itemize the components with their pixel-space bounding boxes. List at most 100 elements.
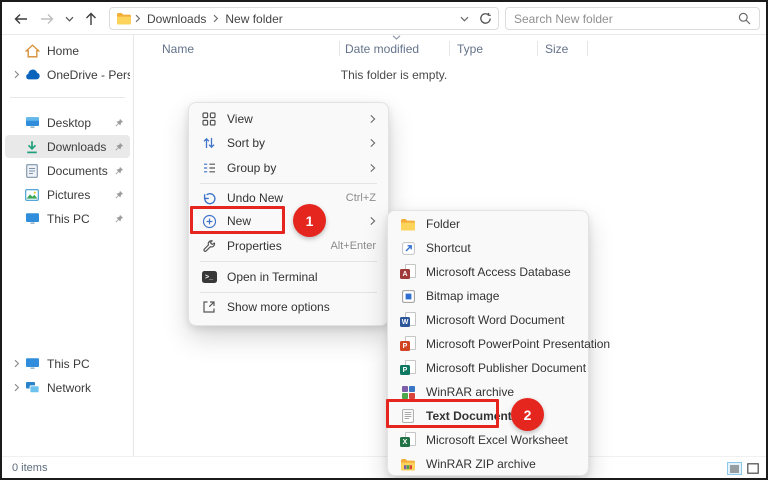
column-divider[interactable] [587,41,588,56]
submenu-item-label: Microsoft Word Document [426,313,565,327]
details-view-button[interactable] [727,462,742,475]
breadcrumb-item-new-folder[interactable]: New folder [221,12,286,26]
column-header-name[interactable]: Name [162,39,194,59]
menu-item-sort-by[interactable]: Sort by [194,131,383,155]
terminal-icon: >_ [201,269,217,285]
submenu-item-label: Folder [426,217,460,231]
back-arrow-icon [14,13,28,25]
sidebar-item-home[interactable]: Home [5,39,130,62]
menu-item-open-in-terminal[interactable]: >_ Open in Terminal [194,265,383,289]
address-bar[interactable]: Downloads New folder [109,7,499,30]
column-header-type[interactable]: Type [457,39,483,59]
submenu-item-folder[interactable]: Folder [393,212,583,236]
sidebar-item-label: Desktop [47,116,114,130]
menu-divider [200,261,377,262]
step-badge-2: 2 [511,398,544,431]
chevron-right-icon[interactable] [9,383,23,392]
sidebar-item-label: This PC [47,212,114,226]
back-button[interactable] [10,8,32,30]
navigation-sidebar: Home OneDrive - Personal Desktop [2,35,134,456]
sidebar-item-this-pc[interactable]: This PC [5,352,130,375]
menu-item-label: Group by [227,161,276,175]
refresh-icon[interactable] [479,12,492,25]
sidebar-item-this-pc-pinned[interactable]: This PC [5,207,130,230]
sidebar-item-pictures[interactable]: Pictures [5,183,130,206]
up-button[interactable] [80,8,102,30]
sidebar-item-label: This PC [47,357,130,371]
submenu-item-winrar-zip-archive[interactable]: WinRAR ZIP archive [393,452,583,476]
terminal-glyph: >_ [202,271,217,283]
winrar-icon [400,384,416,400]
submenu-arrow-icon [369,114,376,124]
sidebar-item-label: Pictures [47,188,114,202]
computer-icon [23,357,41,370]
menu-divider [200,292,377,293]
chevron-right-icon[interactable] [9,359,23,368]
recent-locations-button[interactable] [58,8,80,30]
submenu-item-access-database[interactable]: A Microsoft Access Database [393,260,583,284]
submenu-item-label: WinRAR archive [426,385,514,399]
search-input[interactable] [514,12,738,26]
sidebar-item-desktop[interactable]: Desktop [5,111,130,134]
column-header-size[interactable]: Size [545,39,568,59]
pin-icon [114,214,124,224]
empty-folder-message: This folder is empty. [134,68,654,82]
menu-item-label: Undo New [227,191,283,205]
submenu-item-publisher-document[interactable]: P Microsoft Publisher Document [393,356,583,380]
network-icon [23,381,41,394]
sidebar-item-onedrive[interactable]: OneDrive - Personal [5,63,130,86]
pictures-icon [23,189,41,201]
chevron-right-icon[interactable] [9,70,23,79]
shortcut-icon [400,240,416,256]
menu-item-view[interactable]: View [194,107,383,131]
menu-item-properties[interactable]: Properties Alt+Enter [194,234,383,258]
new-submenu: Folder Shortcut A Microsoft Access Datab… [387,210,589,476]
chevron-down-icon [65,16,74,22]
pin-icon [114,142,124,152]
excel-icon: X [400,432,416,448]
up-arrow-icon [85,12,97,26]
documents-icon [23,164,41,178]
access-icon: A [400,264,416,280]
breadcrumb-separator-icon [210,14,221,23]
column-header-date-modified[interactable]: Date modified [345,39,419,59]
menu-item-show-more-options[interactable]: Show more options [194,295,383,319]
submenu-item-word-document[interactable]: W Microsoft Word Document [393,308,583,332]
file-explorer-window: Downloads New folder [0,0,768,480]
column-divider[interactable] [537,41,538,56]
sidebar-item-network[interactable]: Network [5,376,130,399]
submenu-arrow-icon [369,163,376,173]
search-box[interactable] [505,7,760,30]
menu-item-group-by[interactable]: Group by [194,156,383,180]
bitmap-icon [400,288,416,304]
sidebar-item-downloads[interactable]: Downloads [5,135,130,158]
sidebar-item-documents[interactable]: Documents [5,159,130,182]
folder-icon [400,216,416,232]
column-divider[interactable] [449,41,450,56]
search-icon [738,12,751,25]
submenu-item-excel-worksheet[interactable]: X Microsoft Excel Worksheet [393,428,583,452]
menu-item-shortcut: Ctrl+Z [346,192,376,204]
powerpoint-icon: P [400,336,416,352]
breadcrumb-separator-icon [132,14,143,23]
menu-item-label: Properties [227,239,282,253]
large-icons-view-button[interactable] [745,462,760,475]
step-badge-1: 1 [293,204,326,237]
submenu-item-powerpoint-presentation[interactable]: P Microsoft PowerPoint Presentation [393,332,583,356]
onedrive-cloud-icon [23,69,41,80]
pin-icon [114,190,124,200]
undo-icon [201,190,217,206]
submenu-item-label: WinRAR ZIP archive [426,457,536,471]
menu-divider [200,183,377,184]
show-more-options-icon [201,299,217,315]
navigation-toolbar: Downloads New folder [2,2,766,35]
column-divider[interactable] [339,41,340,56]
folder-icon [116,12,132,25]
submenu-item-shortcut[interactable]: Shortcut [393,236,583,260]
breadcrumb-item-downloads[interactable]: Downloads [143,12,210,26]
submenu-item-bitmap-image[interactable]: Bitmap image [393,284,583,308]
forward-button[interactable] [36,8,58,30]
submenu-item-label: Bitmap image [426,289,499,303]
address-dropdown-icon[interactable] [460,16,469,22]
group-by-icon [201,160,217,176]
